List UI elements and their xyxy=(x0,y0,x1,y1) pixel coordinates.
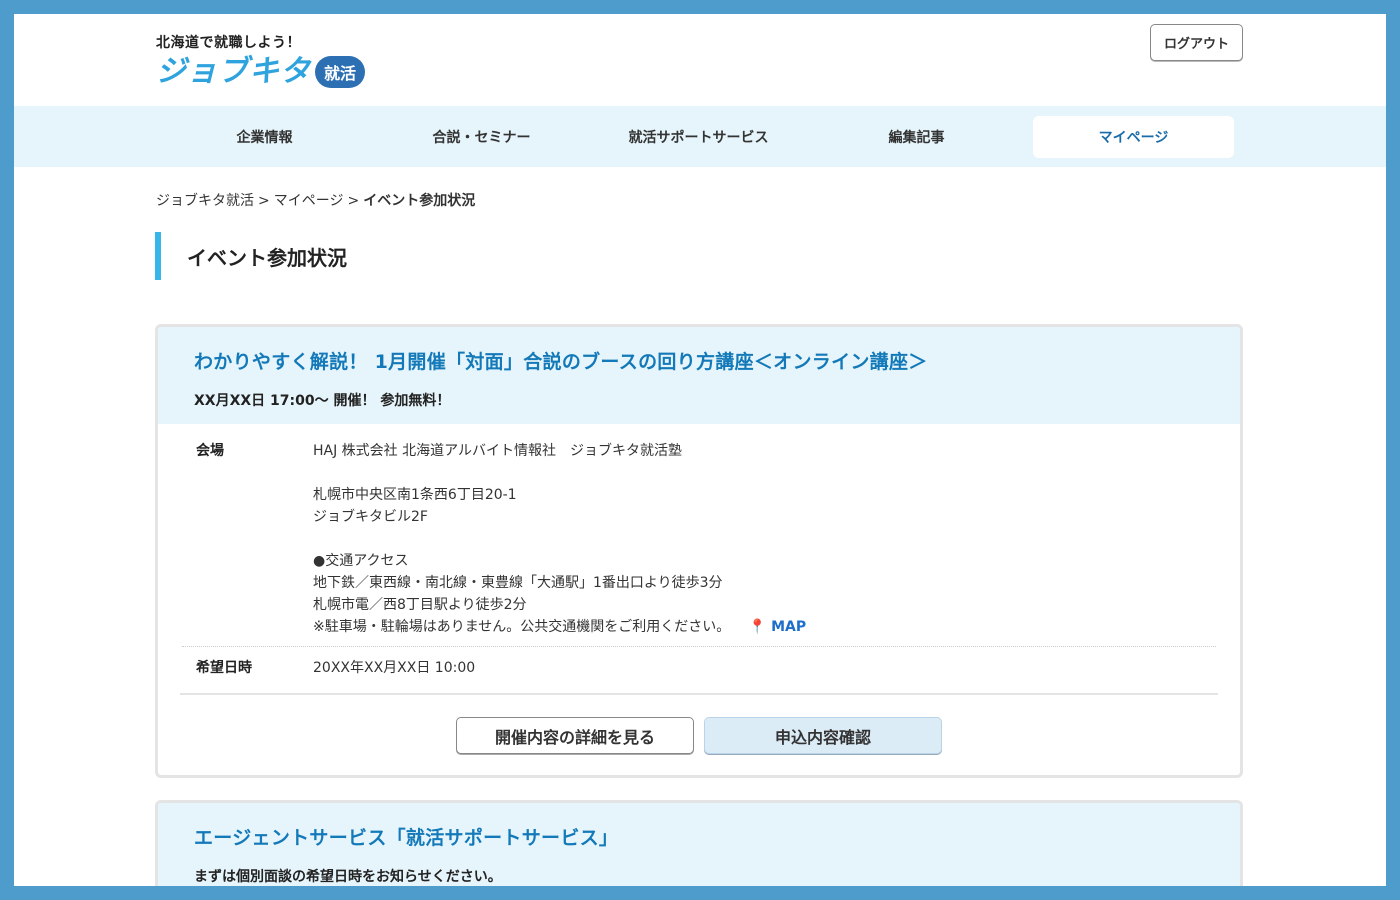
venue-value: HAJ 株式会社 北海道アルバイト情報社 ジョブキタ就活塾 札幌市中央区南1条西… xyxy=(313,440,806,638)
agent-service-subtitle: まずは個別面談の希望日時をお知らせください。 xyxy=(194,869,502,885)
map-link-label: MAP xyxy=(771,619,807,635)
nav-item-support-service[interactable]: 就活サポートサービス xyxy=(598,116,799,158)
nav-item-mypage[interactable]: マイページ xyxy=(1033,116,1234,158)
confirm-application-button[interactable]: 申込内容確認 xyxy=(704,717,942,754)
map-link[interactable]: 📍 MAP xyxy=(749,619,806,635)
event-actions: 開催内容の詳細を見る 申込内容確認 xyxy=(158,695,1240,754)
venue-line-blank xyxy=(313,528,806,550)
venue-row: 会場 HAJ 株式会社 北海道アルバイト情報社 ジョブキタ就活塾 札幌市中央区南… xyxy=(182,424,1216,647)
venue-line-blank xyxy=(313,462,806,484)
event-title: わかりやすく解説！ 1月開催「対面」合説のブースの回り方講座＜オンライン講座＞ xyxy=(194,351,928,373)
breadcrumb-current: イベント参加状況 xyxy=(363,193,476,209)
nav-item-job-fair-seminar[interactable]: 合説・セミナー xyxy=(381,116,582,158)
venue-line: 札幌市中央区南1条西6丁目20-1 xyxy=(313,487,517,503)
venue-line: ●交通アクセス xyxy=(313,553,409,569)
logo-brand-text: ジョブキタ xyxy=(156,54,311,89)
site-logo[interactable]: 北海道で就職しよう！ ジョブキタ 就活 xyxy=(156,32,365,88)
event-card: わかりやすく解説！ 1月開催「対面」合説のブースの回り方講座＜オンライン講座＞ … xyxy=(155,324,1243,778)
venue-note-line: ※駐車場・駐輪場はありません。公共交通機関をご利用ください。 📍 MAP xyxy=(313,616,806,638)
page-title: イベント参加状況 xyxy=(155,232,347,280)
venue-note: ※駐車場・駐輪場はありません。公共交通機関をご利用ください。 xyxy=(313,619,731,635)
event-info: 会場 HAJ 株式会社 北海道アルバイト情報社 ジョブキタ就活塾 札幌市中央区南… xyxy=(158,424,1240,693)
agent-service-title: エージェントサービス「就活サポートサービス」 xyxy=(194,827,619,849)
date-label: 希望日時 xyxy=(196,660,252,676)
venue-line: 地下鉄／東西線・南北線・東豊線「大通駅」1番出口より徒歩3分 xyxy=(313,575,723,591)
date-value: 20XX年XX月XX日 10:00 xyxy=(313,660,476,676)
breadcrumb-separator: > xyxy=(347,193,360,209)
venue-line: ジョブキタビル2F xyxy=(313,509,428,525)
date-row: 希望日時 20XX年XX月XX日 10:00 xyxy=(182,647,1216,693)
nav-item-company-info[interactable]: 企業情報 xyxy=(164,116,365,158)
event-schedule: XX月XX日 17:00〜 開催！ 参加無料！ xyxy=(194,393,451,409)
nav-item-articles[interactable]: 編集記事 xyxy=(816,116,1017,158)
venue-line: 札幌市電／西8丁目駅より徒歩2分 xyxy=(313,597,527,613)
breadcrumb-link-home[interactable]: ジョブキタ就活 xyxy=(156,193,254,209)
browser-window: 北海道で就職しよう！ ジョブキタ 就活 ログアウト 企業情報 合説・セミナー 就… xyxy=(14,14,1386,886)
logo-tagline: 北海道で就職しよう！ xyxy=(156,35,301,51)
logo-brand-badge: 就活 xyxy=(315,56,365,88)
view-event-details-button[interactable]: 開催内容の詳細を見る xyxy=(456,717,694,754)
agent-service-card: エージェントサービス「就活サポートサービス」 まずは個別面談の希望日時をお知らせ… xyxy=(155,800,1243,886)
venue-line: HAJ 株式会社 北海道アルバイト情報社 ジョブキタ就活塾 xyxy=(313,443,682,459)
venue-label: 会場 xyxy=(196,443,224,459)
breadcrumb: ジョブキタ就活 > マイページ > イベント参加状況 xyxy=(156,190,475,210)
breadcrumb-separator: > xyxy=(258,193,270,209)
breadcrumb-link-mypage[interactable]: マイページ xyxy=(274,193,344,209)
event-card-header: わかりやすく解説！ 1月開催「対面」合説のブースの回り方講座＜オンライン講座＞ … xyxy=(158,327,1240,424)
global-nav: 企業情報 合説・セミナー 就活サポートサービス 編集記事 マイページ xyxy=(14,106,1386,167)
logo-brand: ジョブキタ 就活 xyxy=(156,56,365,88)
logout-button[interactable]: ログアウト xyxy=(1150,24,1243,61)
agent-card-header: エージェントサービス「就活サポートサービス」 まずは個別面談の希望日時をお知らせ… xyxy=(158,803,1240,886)
map-pin-icon: 📍 xyxy=(748,619,767,635)
site-header: 北海道で就職しよう！ ジョブキタ 就活 ログアウト xyxy=(14,14,1386,106)
